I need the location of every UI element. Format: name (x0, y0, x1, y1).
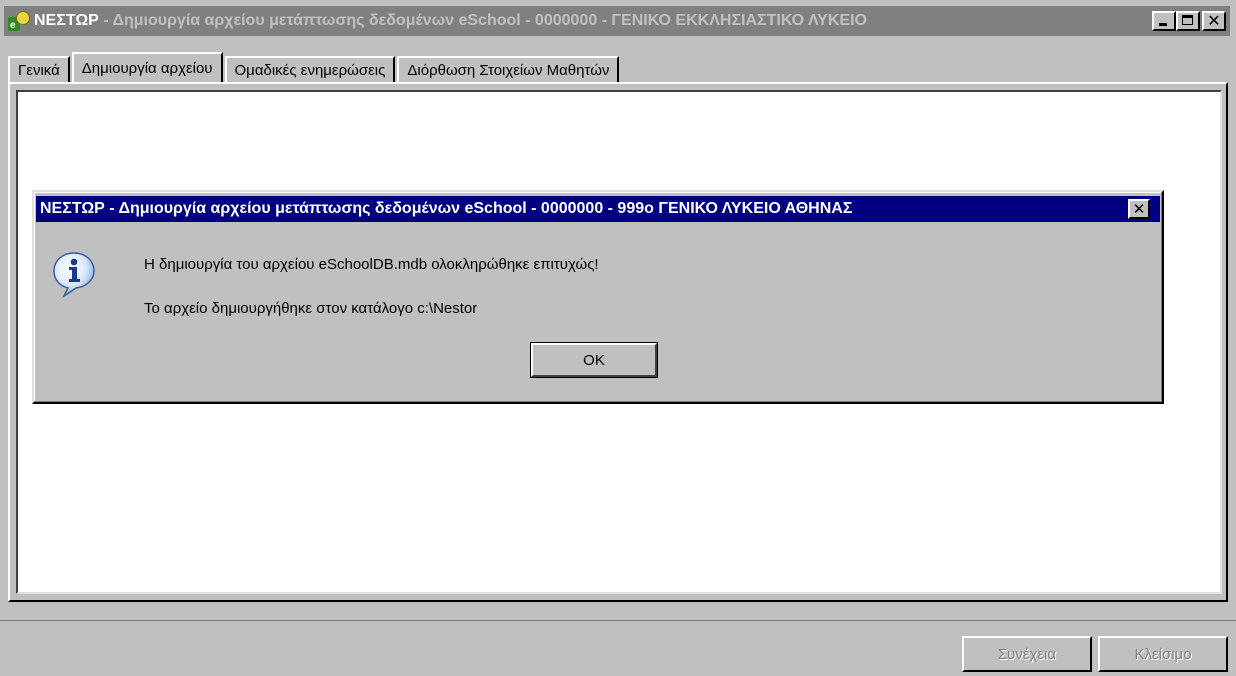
window-title-rest: - Δημιουργία αρχείου μετάπτωσης δεδομένω… (98, 12, 867, 29)
minimize-icon[interactable] (1152, 11, 1176, 31)
tab-batch-updates[interactable]: Ομαδικές ενημερώσεις (224, 56, 396, 82)
main-window: e ΝΕΣΤΩΡ - Δημιουργία αρχείου μετάπτωσης… (0, 0, 1236, 675)
window-title: ΝΕΣΤΩΡ - Δημιουργία αρχείου μετάπτωσης δ… (34, 12, 1144, 30)
tab-create-file[interactable]: Δημιουργία αρχείου (71, 52, 223, 82)
app-icon: e (8, 10, 30, 32)
ok-button-label: OK (583, 351, 605, 369)
close-button[interactable]: Κλείσιμο (1098, 636, 1228, 672)
window-title-appname: ΝΕΣΤΩΡ (34, 12, 99, 29)
dialog-titlebar[interactable]: ΝΕΣΤΩΡ - Δημιουργία αρχείου μετάπτωσης δ… (36, 196, 1160, 222)
message-line-2: Το αρχείο δημιουργήθηκε στον κατάλογο c:… (144, 300, 478, 317)
dialog-title: ΝΕΣΤΩΡ - Δημιουργία αρχείου μετάπτωσης δ… (40, 200, 853, 217)
maximize-icon[interactable] (1176, 11, 1200, 31)
tab-strip: Γενικά Δημιουργία αρχείου Ομαδικές ενημε… (8, 52, 621, 82)
continue-button[interactable]: Συνέχεια (962, 636, 1092, 672)
message-dialog: ΝΕΣΤΩΡ - Δημιουργία αρχείου μετάπτωσης δ… (32, 190, 1164, 404)
tab-general[interactable]: Γενικά (8, 56, 70, 82)
dialog-close-icon[interactable]: ✕ (1128, 199, 1150, 219)
tab-student-data-correction[interactable]: Διόρθωση Στοιχείων Μαθητών (397, 56, 620, 82)
close-icon[interactable]: ✕ (1202, 11, 1226, 31)
ok-button[interactable]: OK (530, 342, 658, 378)
info-icon (53, 252, 95, 298)
caption-buttons: ✕ (1152, 11, 1226, 31)
message-line-1: Η δημιουργία του αρχείου eSchoolDB.mdb ο… (144, 256, 599, 273)
window-titlebar[interactable]: e ΝΕΣΤΩΡ - Δημιουργία αρχείου μετάπτωσης… (4, 6, 1230, 36)
